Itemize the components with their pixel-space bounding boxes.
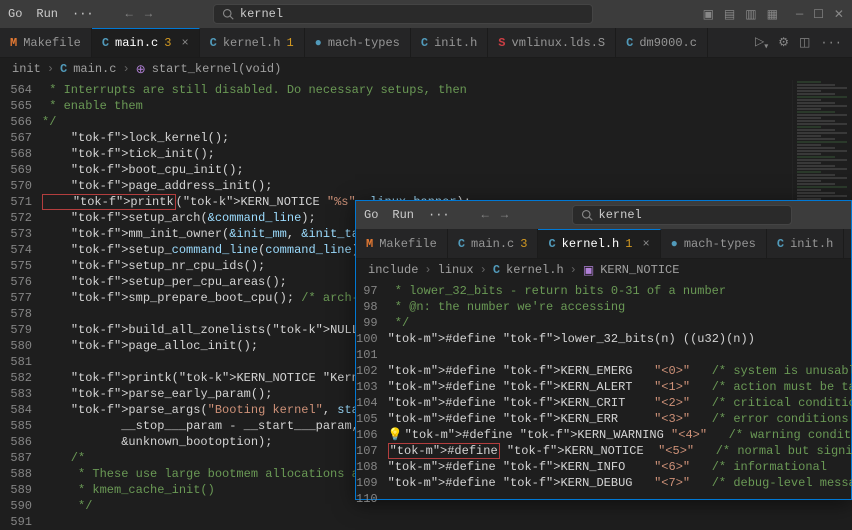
c-file-icon: C: [626, 36, 633, 50]
tab-dm9000[interactable]: Cdm9000.c: [616, 28, 708, 57]
c-file-icon: C: [60, 62, 67, 76]
menu-go[interactable]: Go: [364, 208, 378, 222]
line-numbers: 979899100101102103104105106107108109110: [356, 281, 388, 499]
tab-makefile[interactable]: MMakefile: [356, 229, 448, 258]
command-center[interactable]: [572, 205, 792, 225]
tab-actions: ▷▾ ⚙ ◫ ···: [745, 28, 852, 57]
tab-main-c[interactable]: Cmain.c3×: [92, 28, 200, 57]
more-icon[interactable]: ···: [820, 36, 842, 50]
makefile-icon: M: [366, 237, 373, 251]
gear-icon[interactable]: ⚙: [778, 35, 789, 50]
titlebar: Go Run ··· ← → ▣ ▤ ▥ ▦ — ☐ ✕: [0, 0, 852, 28]
tab-makefile[interactable]: MMakefile: [0, 28, 92, 57]
file-icon: ●: [671, 237, 678, 251]
c-file-icon: C: [421, 36, 428, 50]
c-file-icon: C: [210, 36, 217, 50]
menu-run[interactable]: Run: [392, 208, 414, 222]
nav-back-icon[interactable]: ←: [126, 7, 133, 21]
minimize-icon[interactable]: —: [796, 7, 803, 22]
breadcrumb[interactable]: init› C main.c› ⊕ start_kernel(void): [0, 58, 852, 80]
c-file-icon: C: [493, 263, 500, 277]
file-icon: ●: [315, 36, 322, 50]
menu-bar: Go Run ···: [8, 7, 94, 21]
define-icon: ▣: [583, 263, 594, 278]
window-controls: ▣ ▤ ▥ ▦ — ☐ ✕: [703, 7, 844, 22]
search-input[interactable]: [599, 208, 783, 222]
c-file-icon: C: [458, 237, 465, 251]
menu-more[interactable]: ···: [428, 208, 450, 222]
nav-forward-icon[interactable]: →: [145, 7, 152, 21]
code-content[interactable]: * lower_32_bits - return bits 0-31 of a …: [388, 281, 852, 499]
function-icon: ⊕: [136, 62, 146, 77]
menu-more[interactable]: ···: [72, 7, 94, 21]
close-tab-icon[interactable]: ×: [181, 36, 188, 50]
c-file-icon: C: [548, 237, 555, 251]
command-center[interactable]: [213, 4, 593, 24]
close-icon[interactable]: ✕: [834, 7, 844, 22]
makefile-icon: M: [10, 36, 17, 50]
tab-kernel-h[interactable]: Ckernel.h1×: [538, 229, 660, 258]
maximize-icon[interactable]: ☐: [813, 7, 824, 22]
layout-right-icon[interactable]: ▥: [745, 7, 756, 22]
search-input[interactable]: [240, 7, 584, 21]
tab-mach-types[interactable]: ●mach-types: [661, 229, 767, 258]
tab-main-c[interactable]: Cmain.c3: [448, 229, 539, 258]
asm-file-icon: S: [498, 36, 505, 50]
nav-forward-icon[interactable]: →: [501, 208, 508, 222]
tab-kernel-h[interactable]: Ckernel.h1: [200, 28, 305, 57]
line-numbers: 5645655665675685695705715725735745755765…: [0, 80, 42, 500]
breadcrumb[interactable]: include› linux› C kernel.h› ▣ KERN_NOTIC…: [356, 259, 851, 281]
tab-init-h[interactable]: Cinit.h: [411, 28, 488, 57]
menu-run[interactable]: Run: [36, 7, 58, 21]
run-icon[interactable]: ▷▾: [755, 34, 768, 51]
split-icon[interactable]: ◫: [799, 35, 810, 50]
tab-vmlinux[interactable]: Svmlinux.lds.S: [488, 28, 616, 57]
c-file-icon: C: [777, 237, 784, 251]
editor-tabs: MMakefile Cmain.c3× Ckernel.h1 ●mach-typ…: [0, 28, 852, 58]
close-tab-icon[interactable]: ×: [642, 237, 649, 251]
search-icon: [222, 7, 234, 21]
layout-bottom-icon[interactable]: ▤: [724, 7, 735, 22]
tab-init-h[interactable]: Cinit.h: [767, 229, 844, 258]
layout-left-icon[interactable]: ▣: [703, 7, 714, 22]
nav-back-icon[interactable]: ←: [482, 208, 489, 222]
second-window: Go Run ··· ← → MMakefile Cmain.c3 Ckerne…: [355, 200, 852, 500]
c-file-icon: C: [102, 36, 109, 50]
tab-mach-types[interactable]: ●mach-types: [305, 28, 411, 57]
search-icon: [581, 208, 593, 222]
nav-arrows: ← →: [126, 7, 152, 21]
menu-go[interactable]: Go: [8, 7, 22, 21]
layout-grid-icon[interactable]: ▦: [767, 7, 778, 22]
